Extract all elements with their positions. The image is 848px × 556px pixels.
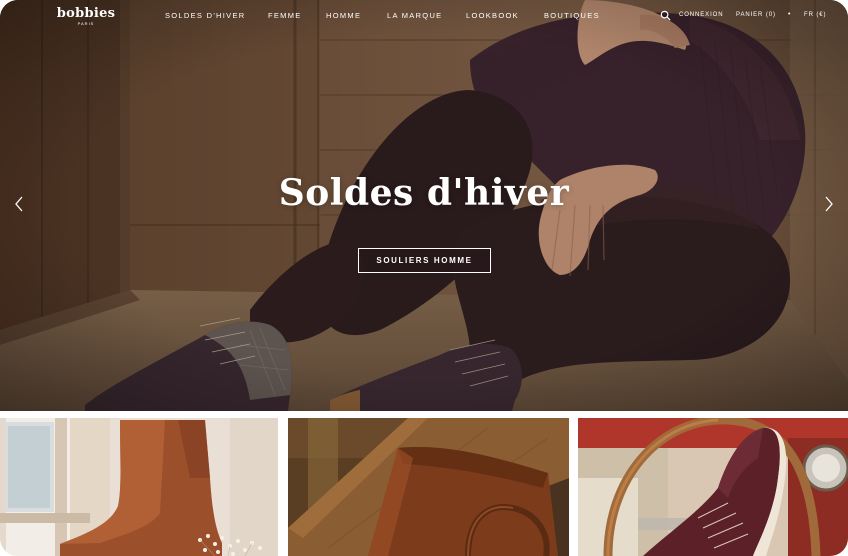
hero-cta-button[interactable]: SOULIERS HOMME (358, 248, 491, 273)
tile-image-boot (0, 418, 278, 556)
nav-item-soldes-hiver[interactable]: SOLDES D'HIVER (165, 11, 245, 20)
page-frame: bobbies PARIS SOLDES D'HIVER FEMME HOMME… (0, 0, 848, 556)
cart-link[interactable]: PANIER (0) (736, 12, 776, 18)
category-tile-bags[interactable] (288, 418, 569, 556)
nav-item-femme[interactable]: FEMME (268, 11, 302, 20)
tile-image-bag (288, 418, 569, 556)
top-navigation-bar: bobbies PARIS SOLDES D'HIVER FEMME HOMME… (0, 0, 848, 34)
nav-item-boutiques[interactable]: BOUTIQUES (544, 11, 600, 20)
brand-name: bobbies (56, 6, 116, 21)
language-currency-selector[interactable]: FR (€) (804, 12, 826, 18)
nav-item-la-marque[interactable]: LA MARQUE (387, 11, 442, 20)
brand-logo[interactable]: bobbies PARIS (56, 6, 116, 26)
login-link[interactable]: CONNEXION (679, 12, 723, 18)
tile-image-sneaker (578, 418, 848, 556)
chevron-right-icon[interactable] (823, 196, 835, 212)
hero-title: Soldes d'hiver (278, 172, 570, 214)
utility-separator: • (788, 11, 792, 18)
hero-banner: bobbies PARIS SOLDES D'HIVER FEMME HOMME… (0, 0, 848, 411)
nav-item-homme[interactable]: HOMME (326, 11, 361, 20)
chevron-left-icon[interactable] (13, 196, 25, 212)
category-tile-boots[interactable] (0, 418, 278, 556)
category-tile-sneakers[interactable] (578, 418, 848, 556)
search-icon[interactable] (660, 10, 671, 21)
nav-item-lookbook[interactable]: LOOKBOOK (466, 11, 519, 20)
brand-tagline: PARIS (77, 21, 95, 26)
